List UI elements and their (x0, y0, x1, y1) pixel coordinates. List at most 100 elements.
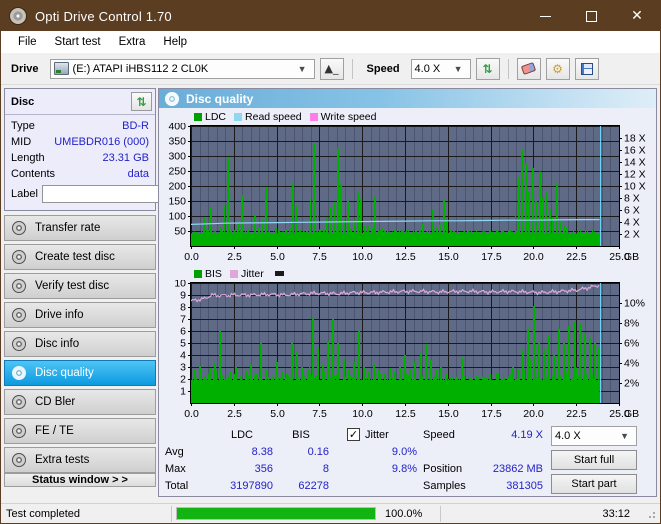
refresh-icon: ⇅ (482, 61, 493, 76)
menu-help[interactable]: Help (154, 34, 196, 50)
app-window: Opti Drive Control 1.70 ✕ File Start tes… (0, 0, 661, 524)
svg-text:20.0: 20.0 (523, 251, 544, 263)
svg-text:12 X: 12 X (624, 169, 646, 181)
toolbar-divider-1 (351, 58, 353, 79)
window-controls: ✕ (522, 1, 660, 31)
sidebar-item-transfer-rate[interactable]: Transfer rate (4, 215, 156, 241)
charts-container: LDC Read speed Write speed 400 350 300 250 2… (159, 108, 656, 422)
minimize-icon (539, 15, 551, 17)
test-speed-select[interactable]: 4.0 X ▼ (551, 426, 637, 446)
svg-text:15.0: 15.0 (438, 251, 459, 263)
svg-text:17.5: 17.5 (481, 408, 502, 420)
svg-text:10.0: 10.0 (352, 408, 373, 420)
disc-refresh-button[interactable]: ⇅ (131, 92, 152, 111)
sidebar-item-verify-test-disc[interactable]: Verify test disc (4, 273, 156, 299)
svg-text:4: 4 (180, 350, 186, 362)
jitter-header: ✓ Jitter (347, 426, 417, 443)
menu-bar: File Start test Extra Help (1, 31, 660, 53)
jitter-marker-icon (274, 271, 284, 276)
legend-swatch-bis (194, 269, 202, 278)
speed-select[interactable]: 4.0 X ▼ (410, 58, 471, 79)
menu-start-test[interactable]: Start test (46, 34, 110, 50)
sidebar-item-label: Disc info (35, 338, 80, 350)
content-area: Disc quality LDC Read speed Write speed … (158, 85, 660, 497)
sidebar-item-fe-te[interactable]: FE / TE (4, 418, 156, 444)
close-button[interactable]: ✕ (614, 1, 660, 31)
sidebar-item-extra-tests[interactable]: Extra tests (4, 447, 156, 473)
legend-item-jitter: Jitter (229, 268, 264, 280)
svg-text:6: 6 (180, 326, 186, 338)
svg-text:10%: 10% (624, 298, 645, 310)
legend-item-read-speed: Read speed (234, 111, 302, 123)
disc-icon (12, 279, 26, 293)
stats-col-ldc: LDC 8.38 356 3197890 (211, 426, 273, 494)
refresh-button[interactable]: ⇅ (475, 57, 500, 80)
sidebar-item-drive-info[interactable]: Drive info (4, 302, 156, 328)
start-full-button[interactable]: Start full (551, 450, 637, 470)
svg-text:4 X: 4 X (624, 217, 640, 229)
eject-button[interactable]: ▲_ (319, 57, 344, 80)
svg-text:6 X: 6 X (624, 205, 640, 217)
start-part-button[interactable]: Start part (551, 474, 637, 494)
ldc-chart[interactable]: 400 350 300 250 200 150 100 50 18 X 16 X 14 X 12 X1… (161, 121, 654, 265)
svg-text:10 X: 10 X (624, 181, 646, 193)
stats-jitter-avg: 9.0% (391, 445, 417, 458)
svg-text:1: 1 (180, 386, 186, 398)
jitter-checkbox[interactable]: ✓ (347, 428, 360, 441)
wrench-icon: ⚙ (552, 61, 563, 76)
sidebar-item-label: Create test disc (35, 251, 115, 263)
erase-button[interactable] (516, 57, 541, 80)
sidebar-item-label: CD Bler (35, 396, 76, 408)
drive-select[interactable]: (E:) ATAPI iHBS112 2 CL0K ▼ (49, 58, 315, 79)
stats-jitter-blank (347, 477, 417, 494)
legend-item-bis: BIS (194, 268, 222, 280)
sidebar-item-disc-quality[interactable]: Disc quality (4, 360, 156, 386)
status-window-button[interactable]: Status window > > (4, 473, 156, 487)
drive-select-value: (E:) ATAPI iHBS112 2 CL0K (72, 62, 209, 75)
svg-text:200: 200 (168, 181, 186, 193)
disc-row-key: Length (11, 152, 45, 164)
svg-text:12.5: 12.5 (395, 251, 416, 263)
svg-text:100: 100 (168, 211, 186, 223)
maximize-icon (585, 10, 597, 22)
position-label: Position (423, 462, 463, 475)
bis-jitter-chart[interactable]: 10 9 8 7 6 5 4 3 2 1 10% 8% 6% 4% 2% 0.0 2.5 5.0 7.5 10.0 12… (161, 278, 654, 422)
svg-text:5: 5 (180, 338, 186, 350)
stats-row-labels: Avg Max Total (165, 426, 211, 494)
maximize-button[interactable] (568, 1, 614, 31)
samples-label: Samples (423, 479, 466, 492)
disc-info-header: Disc ⇅ (5, 89, 155, 115)
svg-text:6%: 6% (624, 338, 639, 350)
toolbar: Drive (E:) ATAPI iHBS112 2 CL0K ▼ ▲_ Spe… (1, 53, 660, 85)
disc-row-type: Type BD-R (11, 118, 149, 134)
svg-text:350: 350 (168, 136, 186, 148)
save-button[interactable] (574, 57, 599, 80)
svg-text:20.0: 20.0 (523, 408, 544, 420)
sidebar-item-disc-info[interactable]: Disc info (4, 331, 156, 357)
svg-text:7.5: 7.5 (312, 251, 327, 263)
chevron-down-icon: ▼ (453, 63, 463, 74)
disc-label-key: Label (11, 188, 38, 200)
minimize-button[interactable] (522, 1, 568, 31)
sidebar-item-create-test-disc[interactable]: Create test disc (4, 244, 156, 270)
chart1-legend: LDC Read speed Write speed (161, 110, 654, 123)
stats-ldc-avg: 8.38 (251, 445, 273, 458)
test-speed-value: 4.0 X (555, 430, 581, 442)
tools-button[interactable]: ⚙ (545, 57, 570, 80)
stats-label-total: Total (165, 479, 189, 492)
stats-header-bis: BIS (292, 428, 310, 441)
toolbar-divider-2 (507, 58, 509, 79)
resize-grip[interactable] (644, 507, 658, 521)
menu-file[interactable]: File (9, 34, 46, 50)
sidebar-item-cd-bler[interactable]: CD Bler (4, 389, 156, 415)
svg-text:150: 150 (168, 196, 186, 208)
svg-text:2.5: 2.5 (227, 408, 242, 420)
svg-text:250: 250 (168, 166, 186, 178)
stats-jitter-max: 9.8% (391, 462, 417, 475)
svg-text:22.5: 22.5 (566, 251, 587, 263)
menu-extra[interactable]: Extra (110, 34, 155, 50)
svg-text:16 X: 16 X (624, 145, 646, 157)
svg-text:8: 8 (180, 302, 186, 314)
status-text: Test completed (6, 507, 80, 520)
svg-text:50: 50 (174, 226, 186, 238)
